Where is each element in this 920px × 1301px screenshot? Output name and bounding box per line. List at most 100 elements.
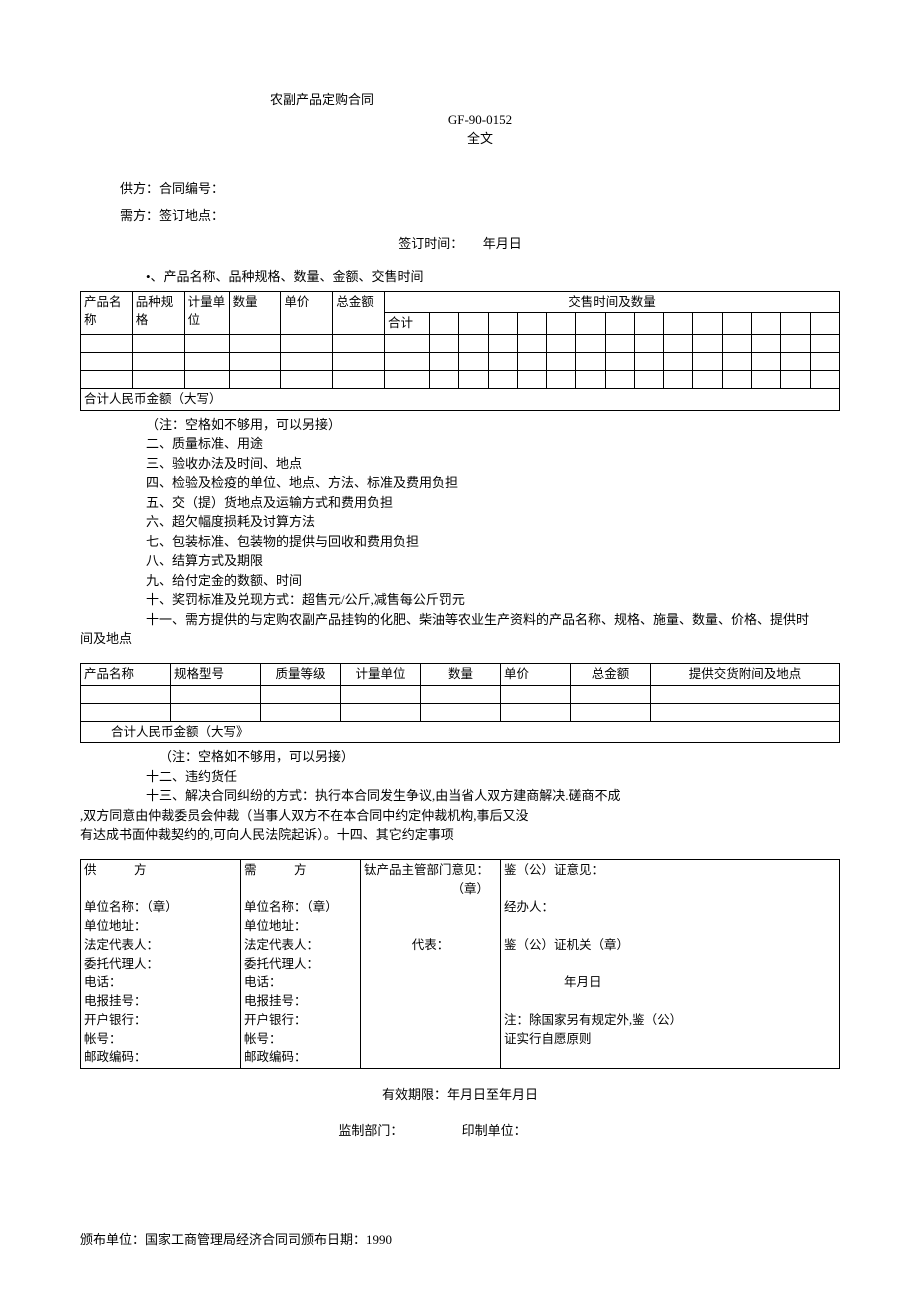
doc-code: GF-90-0152 (120, 110, 840, 130)
valid-period: 有效期限：年月日至年月日 (80, 1085, 840, 1105)
sig-col4-date: 年月日 (504, 973, 836, 992)
postcode: 邮政编码： (84, 1048, 237, 1067)
sig-authority-col: 钛产品主管部门意见： （章） 代表： (361, 859, 501, 1068)
th-sum: 合计 (385, 313, 430, 335)
supervise-label: 监制部门： (338, 1121, 458, 1141)
table-row (81, 703, 840, 721)
demander-line: 需方：签订地点： (120, 206, 840, 226)
th-blank (693, 313, 722, 335)
materials-table: 产品名称 规格型号 质量等级 计量单位 数量 单价 总金额 提供交货附间及地点 … (80, 663, 840, 744)
phone: 电话： (244, 973, 357, 992)
th-blank (605, 313, 634, 335)
th-blank (664, 313, 693, 335)
th-blank (751, 313, 780, 335)
th-qty: 数量 (229, 291, 281, 335)
sig-row: 供 方 单位名称：（章） 单位地址： 法定代表人： 委托代理人： 电话： 电报挂… (81, 859, 840, 1068)
th-blank (722, 313, 751, 335)
th-blank (781, 313, 810, 335)
sig-notary-col: 鉴（公）证意见： 经办人： 鉴（公）证机关（章） 年月日 注：除国家另有规定外,… (501, 859, 840, 1068)
th-unit: 计量单位 (184, 291, 229, 335)
note1: （注：空格如不够用，可以另接） (120, 415, 840, 435)
sig-col4-handler: 经办人： (504, 898, 836, 917)
bank: 开户银行： (244, 1011, 357, 1030)
th-product: 产品名称 (81, 663, 171, 685)
unit-addr: 单位地址： (84, 917, 237, 936)
th-blank (547, 313, 576, 335)
clause-9: 九、给付定金的数额、时间 (120, 571, 840, 591)
unit-name: 单位名称：（章） (84, 898, 237, 917)
doc-title: 农副产品定购合同 (270, 90, 840, 110)
section1-heading: •、产品名称、品种规格、数量、金额、交售时间 (120, 267, 840, 287)
sig-col1-head: 供 方 (84, 861, 237, 880)
product-table: 产品名称 品种规格 计量单位 数量 单价 总金额 交售时间及数量 合计 合计人民… (80, 291, 840, 411)
clause-13b: ,双方同意由仲裁委员会仲裁（当事人双方不在本合同中约定仲裁机构,事后又没 (80, 806, 840, 826)
signature-table: 供 方 单位名称：（章） 单位地址： 法定代表人： 委托代理人： 电话： 电报挂… (80, 859, 840, 1069)
sig-supplier-col: 供 方 单位名称：（章） 单位地址： 法定代表人： 委托代理人： 电话： 电报挂… (81, 859, 241, 1068)
clause-5: 五、交（提）货地点及运输方式和费用负担 (120, 493, 840, 513)
clause-4: 四、检验及检疫的单位、地点、方法、标准及费用负担 (120, 473, 840, 493)
note2: （注：空格如不够用，可以另接） (120, 747, 840, 767)
th-unit: 计量单位 (341, 663, 421, 685)
doc-fulltext-label: 全文 (120, 129, 840, 149)
unit-addr: 单位地址： (244, 917, 357, 936)
bank: 开户银行： (84, 1011, 237, 1030)
table-row (81, 335, 840, 353)
th-model: 规格型号 (171, 663, 261, 685)
account: 帐号： (84, 1030, 237, 1049)
th-total: 总金额 (333, 291, 385, 335)
sig-col4-head: 鉴（公）证意见： (504, 861, 836, 880)
table-header-row: 产品名称 品种规格 计量单位 数量 单价 总金额 交售时间及数量 (81, 291, 840, 313)
clause-13a: 十三、解决合同纠纷的方式：执行本合同发生争议,由当省人双方建商解决.磋商不成 (120, 786, 840, 806)
clause-12: 十二、违约货任 (120, 767, 840, 787)
sign-time-value: 年月日 (483, 236, 522, 251)
th-blank (488, 313, 517, 335)
th-deliver: 交售时间及数量 (385, 291, 840, 313)
sig-col2-head: 需 方 (244, 861, 357, 880)
issuer-line: 颁布单位：国家工商管理局经济合同司颁布日期：1990 (80, 1230, 840, 1250)
table-row (81, 685, 840, 703)
th-price: 单价 (501, 663, 571, 685)
th-qty: 数量 (421, 663, 501, 685)
table-footer-row: 合计人民币金额（大写》 (81, 721, 840, 743)
account: 帐号： (244, 1030, 357, 1049)
clause-2: 二、质量标准、用途 (120, 434, 840, 454)
sign-time-label: 签订时间： (398, 236, 463, 251)
th-blank (517, 313, 546, 335)
agent: 委托代理人： (244, 955, 357, 974)
telegraph: 电报挂号： (84, 992, 237, 1011)
sig-col4-org: 鉴（公）证机关（章） (504, 936, 836, 955)
sig-col3-rep: 代表： (364, 936, 497, 955)
title-block: 农副产品定购合同 GF-90-0152 全文 (80, 90, 840, 149)
unit-name: 单位名称：（章） (244, 898, 357, 917)
agent: 委托代理人： (84, 955, 237, 974)
th-blank (634, 313, 663, 335)
table-footer-row: 合计人民币金额（大写） (81, 389, 840, 411)
clause-10: 十、奖罚标准及兑现方式：超售元/公斤,减售每公斤罚元 (120, 590, 840, 610)
sig-demander-col: 需 方 单位名称：（章） 单位地址： 法定代表人： 委托代理人： 电话： 电报挂… (241, 859, 361, 1068)
th-deliver: 提供交货附间及地点 (651, 663, 840, 685)
th-total: 总金额 (571, 663, 651, 685)
table1-footer: 合计人民币金额（大写） (81, 389, 840, 411)
th-grade: 质量等级 (261, 663, 341, 685)
table-row (81, 353, 840, 371)
clause-3: 三、验收办法及时间、地点 (120, 454, 840, 474)
th-blank (430, 313, 459, 335)
print-label: 印制单位： (462, 1121, 582, 1141)
table-row (81, 371, 840, 389)
telegraph: 电报挂号： (244, 992, 357, 1011)
table-header-row: 产品名称 规格型号 质量等级 计量单位 数量 单价 总金额 提供交货附间及地点 (81, 663, 840, 685)
clause-11b: 间及地点 (80, 629, 840, 649)
table2-footer: 合计人民币金额（大写》 (81, 721, 840, 743)
supervise-print-line: 监制部门： 印制单位： (80, 1121, 840, 1141)
phone: 电话： (84, 973, 237, 992)
clause-11a: 十一、需方提供的与定购农副产品挂钩的化肥、柴油等农业生产资料的产品名称、规格、施… (120, 610, 840, 630)
sign-time-line: 签订时间： 年月日 (80, 234, 840, 254)
supplier-line: 供方：合同编号： (120, 179, 840, 199)
th-spec: 品种规格 (132, 291, 184, 335)
legal-rep: 法定代表人： (244, 936, 357, 955)
th-product: 产品名称 (81, 291, 133, 335)
th-blank (810, 313, 840, 335)
clause-7: 七、包装标准、包装物的提供与回收和费用负担 (120, 532, 840, 552)
th-blank (459, 313, 488, 335)
sig-col4-note2: 证实行自愿原则 (504, 1030, 836, 1049)
